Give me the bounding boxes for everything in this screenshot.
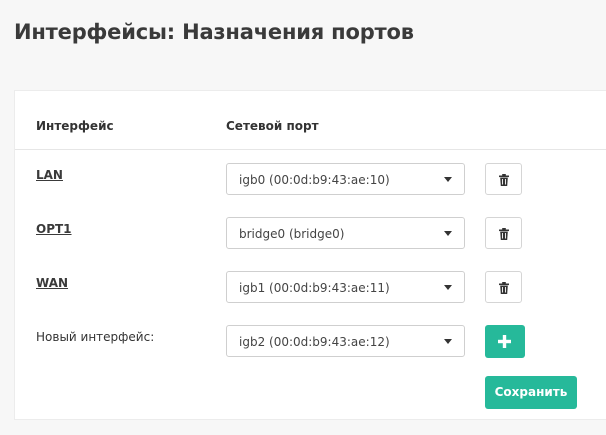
table-row-lan: LAN igb0 (00:0d:b9:43:ae:10)	[15, 161, 606, 195]
header-divider	[15, 149, 606, 150]
column-header-network-port: Сетевой порт	[226, 119, 319, 133]
trash-icon	[499, 282, 509, 294]
delete-wan-button[interactable]	[485, 271, 522, 303]
table-row-new-interface: Новый интерфейс: igb2 (00:0d:b9:43:ae:12…	[15, 323, 606, 358]
port-select-opt1-value: bridge0 (bridge0)	[239, 227, 345, 241]
plus-icon	[498, 335, 511, 348]
table-row-opt1: OPT1 bridge0 (bridge0)	[15, 215, 606, 249]
interface-link-opt1[interactable]: OPT1	[36, 222, 72, 236]
interface-link-lan[interactable]: LAN	[36, 168, 63, 182]
trash-icon	[499, 174, 509, 186]
save-button[interactable]: Сохранить	[485, 376, 577, 409]
port-select-wan-value: igb1 (00:0d:b9:43:ae:11)	[239, 281, 390, 295]
caret-down-icon	[444, 339, 452, 344]
caret-down-icon	[444, 231, 452, 236]
interface-link-wan[interactable]: WAN	[36, 276, 68, 290]
port-select-new-interface[interactable]: igb2 (00:0d:b9:43:ae:12)	[226, 325, 465, 357]
delete-lan-button[interactable]	[485, 163, 522, 195]
new-interface-label: Новый интерфейс:	[36, 330, 155, 344]
column-header-interface: Интерфейс	[36, 119, 114, 133]
table-row-wan: WAN igb1 (00:0d:b9:43:ae:11)	[15, 269, 606, 303]
port-select-opt1[interactable]: bridge0 (bridge0)	[226, 217, 465, 249]
delete-opt1-button[interactable]	[485, 217, 522, 249]
add-interface-button[interactable]	[485, 325, 525, 358]
caret-down-icon	[444, 285, 452, 290]
port-select-lan[interactable]: igb0 (00:0d:b9:43:ae:10)	[226, 163, 465, 195]
caret-down-icon	[444, 177, 452, 182]
port-select-wan[interactable]: igb1 (00:0d:b9:43:ae:11)	[226, 271, 465, 303]
port-select-lan-value: igb0 (00:0d:b9:43:ae:10)	[239, 173, 390, 187]
port-select-new-interface-value: igb2 (00:0d:b9:43:ae:12)	[239, 335, 390, 349]
port-assignments-panel: Интерфейс Сетевой порт LAN igb0 (00:0d:b…	[14, 90, 606, 420]
trash-icon	[499, 228, 509, 240]
page-title: Интерфейсы: Назначения портов	[14, 20, 414, 44]
